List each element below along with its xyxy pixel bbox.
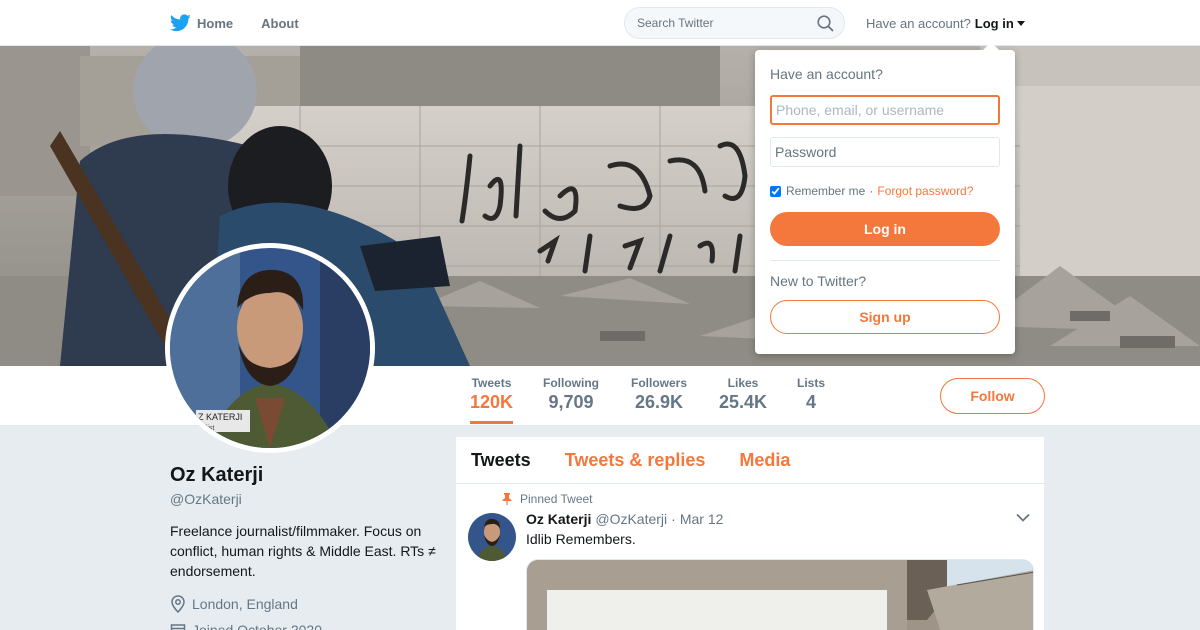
follow-button[interactable]: Follow	[940, 378, 1045, 414]
profile-joined: Joined October 2020	[170, 622, 322, 630]
tweet-text: Idlib Remembers.	[526, 531, 636, 547]
stat-label: Following	[543, 376, 599, 390]
profile-avatar[interactable]: Z KATERJI nalist	[165, 243, 375, 453]
new-to-twitter-text: New to Twitter?	[770, 273, 867, 289]
tweet-photo	[527, 560, 1033, 630]
profile-location: London, England	[170, 595, 298, 613]
stat-lists[interactable]: Lists 4	[797, 376, 825, 413]
tab-media[interactable]: Media	[739, 450, 790, 471]
login-dropdown: Have an account? Remember me · Forgot pa…	[755, 42, 1015, 354]
stat-followers[interactable]: Followers 26.9K	[631, 376, 687, 413]
stat-label: Lists	[797, 376, 826, 390]
stat-label: Followers	[631, 376, 688, 390]
login-menu: Have an account? Log in	[866, 16, 1025, 31]
top-navigation-bar: Home About Have an account? Log in	[0, 0, 1200, 46]
stat-label: Tweets	[471, 376, 512, 390]
remember-me-label[interactable]: Remember me	[786, 184, 865, 198]
signup-button[interactable]: Sign up	[770, 300, 1000, 334]
timeline-tabs: Tweets Tweets & replies Media	[456, 437, 1044, 484]
stat-value: 4	[806, 392, 817, 412]
password-field[interactable]	[770, 137, 1000, 167]
remember-separator: ·	[869, 184, 874, 198]
stat-label: Likes	[727, 376, 759, 390]
timeline: Tweets Tweets & replies Media Pinned Twe…	[456, 437, 1044, 630]
chevron-down-icon[interactable]	[1016, 513, 1030, 522]
profile-handle[interactable]: @OzKaterji	[170, 491, 242, 507]
pinned-label: Pinned Tweet	[520, 492, 593, 506]
avatar-photo: Z KATERJI nalist	[170, 248, 370, 448]
calendar-icon	[170, 624, 186, 630]
stat-value: 9,709	[548, 392, 594, 412]
pinned-indicator: Pinned Tweet	[502, 492, 593, 506]
nav-left: Home About	[170, 0, 327, 46]
tweet-media-image[interactable]	[526, 559, 1034, 630]
caret-down-icon[interactable]	[1016, 21, 1025, 26]
tab-tweets[interactable]: Tweets	[471, 450, 531, 471]
search-icon[interactable]	[817, 15, 834, 32]
tweet-separator: ·	[671, 511, 676, 527]
tweet-avatar[interactable]	[468, 513, 516, 561]
dropdown-divider	[770, 260, 1000, 261]
stat-following[interactable]: Following 9,709	[543, 376, 599, 413]
nav-home-label: Home	[197, 15, 234, 31]
pin-icon	[502, 493, 512, 505]
username-field[interactable]	[770, 95, 1000, 125]
dropdown-title: Have an account?	[770, 66, 883, 82]
stat-likes[interactable]: Likes 25.4K	[719, 376, 767, 413]
stat-value: 25.4K	[719, 392, 768, 412]
tab-tweets-replies[interactable]: Tweets & replies	[565, 450, 706, 471]
have-account-text: Have an account?	[866, 16, 971, 31]
location-text: London, England	[192, 596, 298, 612]
nav-about-label: About	[261, 15, 299, 31]
nav-home[interactable]: Home	[170, 14, 233, 32]
remember-row: Remember me · Forgot password?	[770, 184, 973, 198]
search-input[interactable]	[637, 8, 812, 38]
stat-value: 120K	[470, 392, 514, 412]
profile-name[interactable]: Oz Katerji	[170, 464, 263, 487]
avatar-caption-sub: nalist	[198, 425, 214, 432]
location-pin-icon	[171, 595, 185, 613]
stat-value: 26.9K	[634, 392, 684, 412]
joined-text: Joined October 2020	[192, 622, 322, 630]
profile-bio: Freelance journalist/filmmaker. Focus on…	[170, 523, 436, 579]
nav-about[interactable]: About	[261, 16, 299, 31]
tweet-header: Oz Katerji @OzKaterji · Mar 12	[526, 511, 727, 527]
tweet-handle[interactable]: @OzKaterji	[595, 511, 667, 527]
forgot-password-link[interactable]: Forgot password?	[877, 184, 973, 198]
tweet-avatar-photo	[468, 513, 516, 561]
search-box	[624, 7, 845, 39]
avatar-caption: Z KATERJI	[198, 412, 242, 422]
tweet-date[interactable]: Mar 12	[680, 511, 724, 527]
stat-tweets[interactable]: Tweets 120K	[470, 376, 514, 424]
twitter-bird-icon	[170, 14, 191, 32]
login-button[interactable]: Log in	[770, 212, 1000, 246]
remember-me-checkbox[interactable]	[770, 185, 781, 197]
tweet-author[interactable]: Oz Katerji	[526, 511, 591, 527]
login-menu-toggle[interactable]: Log in	[975, 16, 1014, 31]
